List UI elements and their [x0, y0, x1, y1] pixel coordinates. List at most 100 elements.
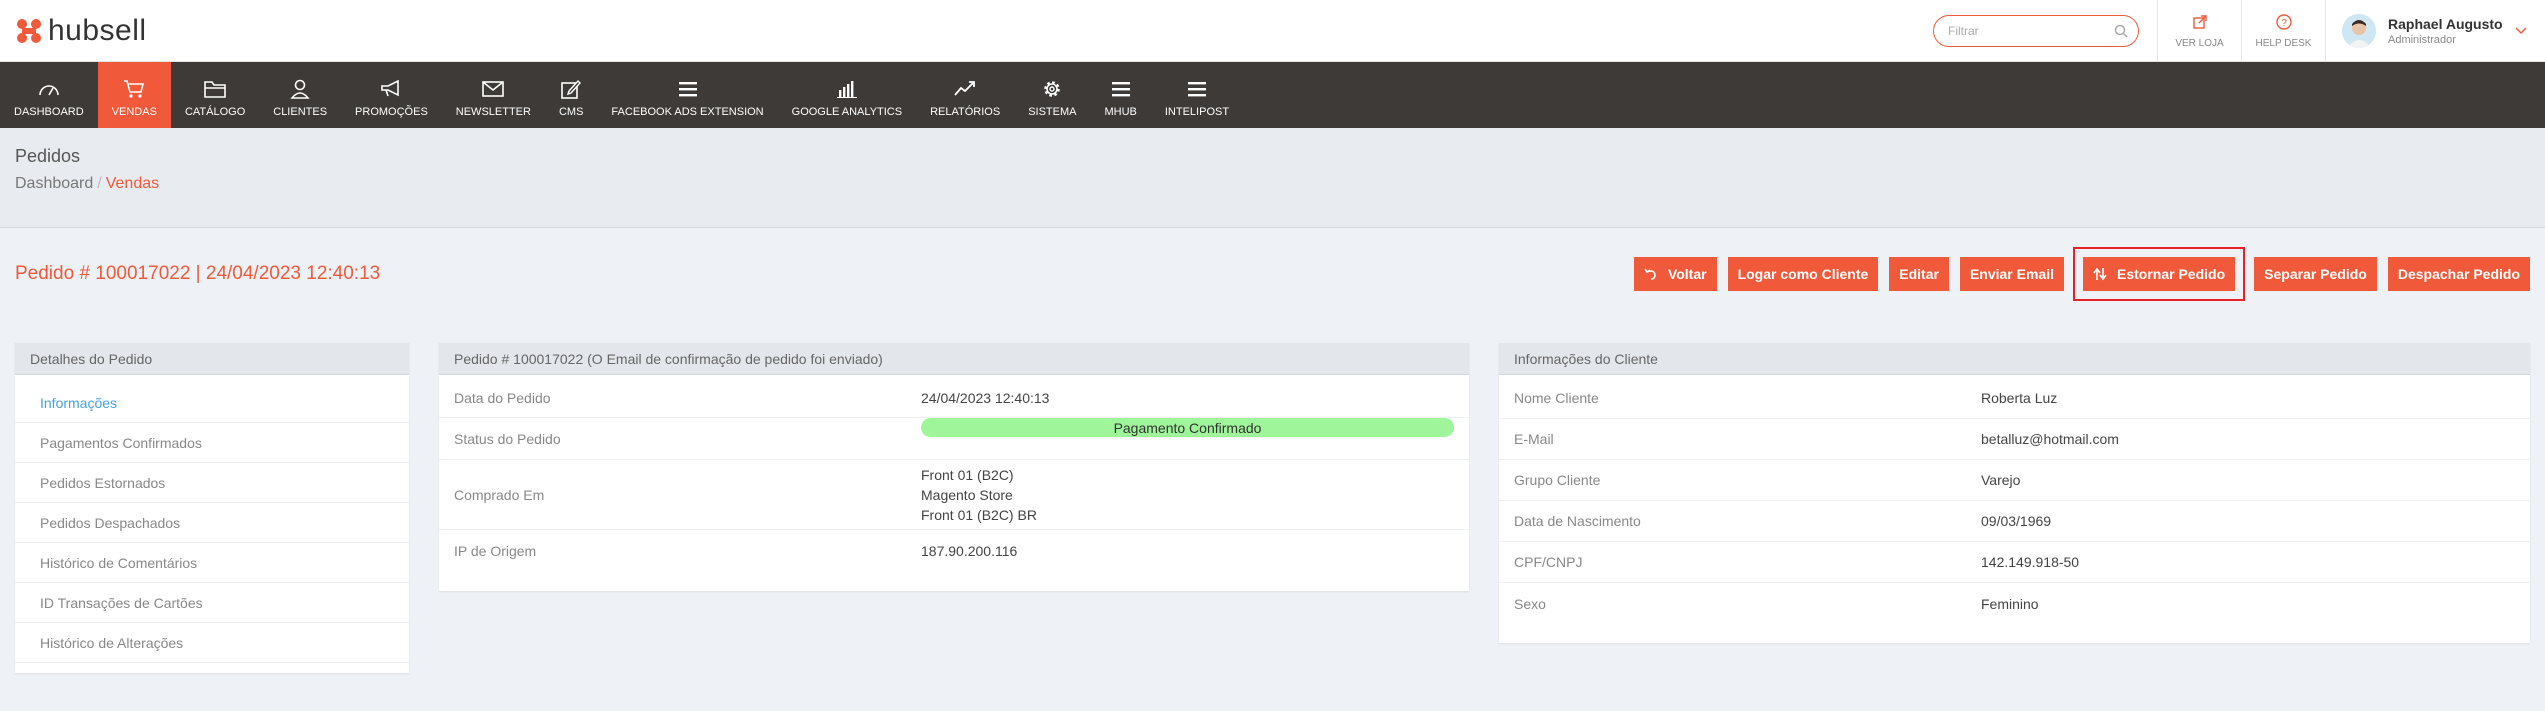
separar-label: Separar Pedido — [2264, 266, 2367, 282]
sidebar-item-id-transacoes[interactable]: ID Transações de Cartões — [15, 583, 409, 623]
store-list: Front 01 (B2C) Magento Store Front 01 (B… — [921, 465, 1037, 525]
breadcrumb-vendas[interactable]: Vendas — [106, 175, 159, 192]
menu-icon — [1111, 82, 1130, 97]
nav-vendas[interactable]: VENDAS — [97, 62, 171, 128]
search-icon[interactable] — [2114, 24, 2128, 38]
cart-icon — [124, 80, 145, 98]
folder-icon — [204, 81, 226, 98]
order-panel-title: Pedido # 100017022 (O Email de confirmaç… — [439, 343, 1469, 375]
nav-catalogo[interactable]: CATÁLOGO — [171, 62, 259, 128]
nav-promocoes[interactable]: PROMOÇÕES — [341, 62, 442, 128]
store-line: Magento Store — [921, 486, 1013, 503]
nav-google-analytics[interactable]: GOOGLE ANALYTICS — [778, 62, 916, 128]
main-nav: DASHBOARD VENDAS CATÁLOGO CLIENTES PROMO… — [0, 62, 2545, 128]
nav-label: FACEBOOK ADS EXTENSION — [611, 106, 764, 118]
order-content: Detalhes do Pedido Informações Pagamento… — [0, 320, 2545, 673]
nav-label: PROMOÇÕES — [355, 106, 428, 118]
search-input[interactable] — [1948, 24, 2114, 38]
search-box[interactable] — [1933, 15, 2139, 47]
logo-mark-icon — [17, 18, 41, 43]
sidebar-item-pedidos-estornados[interactable]: Pedidos Estornados — [15, 463, 409, 503]
voltar-button[interactable]: Voltar — [1633, 257, 1717, 291]
client-row: Nome Cliente Roberta Luz — [1499, 378, 2530, 419]
nav-relatorios[interactable]: RELATÓRIOS — [916, 62, 1014, 128]
row-label: Grupo Cliente — [1514, 472, 1601, 488]
row-value: 09/03/1969 — [1981, 513, 2052, 529]
nav-label: CMS — [558, 106, 584, 118]
row-value: Roberta Luz — [1981, 390, 2058, 406]
nav-cms[interactable]: CMS — [545, 62, 597, 128]
row-label: Comprado Em — [454, 486, 545, 503]
order-title: Pedido # 100017022 | 24/04/2023 12:40:13 — [15, 263, 381, 284]
order-actions: Voltar Logar como Cliente Editar Enviar … — [1633, 247, 2530, 301]
row-label: CPF/CNPJ — [1514, 554, 1583, 570]
user-role: Administrador — [2388, 34, 2456, 46]
estornar-pedido-button[interactable]: Estornar Pedido — [2072, 247, 2246, 301]
client-panel-title: Informações do Cliente — [1499, 343, 2530, 375]
envelope-icon — [482, 81, 505, 97]
user-name: Raphael Augusto — [2388, 16, 2503, 32]
email-link[interactable]: betalluz@hotmail.com — [1981, 431, 2119, 447]
order-row-comprado: Comprado Em Front 01 (B2C) Magento Store… — [439, 460, 1469, 530]
user-menu[interactable]: Raphael Augusto Administrador — [2325, 0, 2545, 62]
sidebar-item-historico-comentarios[interactable]: Histórico de Comentários — [15, 543, 409, 583]
order-details-sidebar: Detalhes do Pedido Informações Pagamento… — [15, 343, 409, 673]
order-header: Pedido # 100017022 | 24/04/2023 12:40:13… — [0, 228, 2545, 320]
order-row-ip: IP de Origem 187.90.200.116 — [439, 530, 1469, 572]
nav-clientes[interactable]: CLIENTES — [259, 62, 341, 128]
back-icon — [1644, 268, 1656, 280]
row-value: Varejo — [1981, 472, 2021, 488]
nav-sistema[interactable]: SISTEMA — [1014, 62, 1090, 128]
nav-label: NEWSLETTER — [455, 106, 531, 118]
logo-text: hubsell — [48, 13, 147, 47]
sidebar-item-pagamentos-confirmados[interactable]: Pagamentos Confirmados — [15, 423, 409, 463]
page-title: Pedidos — [15, 146, 81, 166]
nav-mhub[interactable]: MHUB — [1090, 62, 1150, 128]
row-label: IP de Origem — [454, 543, 537, 559]
despachar-pedido-button[interactable]: Despachar Pedido — [2387, 257, 2530, 291]
nav-label: MHUB — [1104, 106, 1137, 118]
nav-intelipost[interactable]: INTELIPOST — [1151, 62, 1243, 128]
breadcrumb-dashboard[interactable]: Dashboard — [15, 175, 93, 192]
dashboard-icon — [39, 85, 59, 96]
external-link-icon — [2192, 14, 2207, 29]
page-header: Pedidos Dashboard / Vendas — [0, 128, 2545, 228]
avatar-image — [2342, 14, 2376, 48]
enviar-email-button[interactable]: Enviar Email — [1959, 257, 2064, 291]
line-chart-icon — [954, 81, 976, 96]
row-value: 24/04/2023 12:40:13 — [921, 389, 1050, 406]
megaphone-icon — [381, 80, 400, 97]
sidebar-item-pedidos-despachados[interactable]: Pedidos Despachados — [15, 503, 409, 543]
nav-newsletter[interactable]: NEWSLETTER — [442, 62, 545, 128]
chevron-down-icon[interactable] — [2515, 27, 2527, 35]
row-value: 142.149.918-50 — [1981, 554, 2080, 570]
client-row: CPF/CNPJ 142.149.918-50 — [1499, 542, 2530, 583]
nav-dashboard[interactable]: DASHBOARD — [0, 62, 98, 128]
editar-button[interactable]: Editar — [1889, 257, 1949, 291]
sidebar-item-informacoes[interactable]: Informações — [15, 383, 409, 423]
row-value: Feminino — [1981, 595, 2039, 612]
estornar-label: Estornar Pedido — [2117, 266, 2226, 282]
gear-icon — [1044, 81, 1061, 97]
despachar-label: Despachar Pedido — [2397, 266, 2520, 282]
user-icon — [290, 79, 310, 99]
edit-icon — [561, 79, 582, 99]
status-badge: Pagamento Confirmado — [921, 418, 1454, 437]
enviar-email-label: Enviar Email — [1969, 266, 2054, 282]
logar-como-cliente-button[interactable]: Logar como Cliente — [1727, 257, 1879, 291]
store-line: Front 01 (B2C) — [921, 466, 1014, 483]
nav-label: SISTEMA — [1028, 106, 1077, 118]
help-desk-link[interactable]: ? HELP DESK — [2241, 0, 2325, 62]
nav-facebook-ads[interactable]: FACEBOOK ADS EXTENSION — [597, 62, 777, 128]
separar-pedido-button[interactable]: Separar Pedido — [2254, 257, 2377, 291]
client-info-panel: Informações do Cliente Nome Cliente Robe… — [1499, 343, 2530, 643]
row-label: E-Mail — [1514, 431, 1554, 447]
row-label: Status do Pedido — [454, 430, 561, 447]
ver-loja-link[interactable]: VER LOJA — [2157, 0, 2241, 62]
ver-loja-label: VER LOJA — [2175, 37, 2224, 49]
nav-label: CLIENTES — [273, 106, 328, 118]
logar-label: Logar como Cliente — [1737, 266, 1869, 282]
sidebar-item-historico-alteracoes[interactable]: Histórico de Alterações — [15, 623, 409, 663]
hubsell-logo[interactable]: hubsell — [16, 14, 147, 48]
row-label: Data do Pedido — [454, 389, 551, 406]
